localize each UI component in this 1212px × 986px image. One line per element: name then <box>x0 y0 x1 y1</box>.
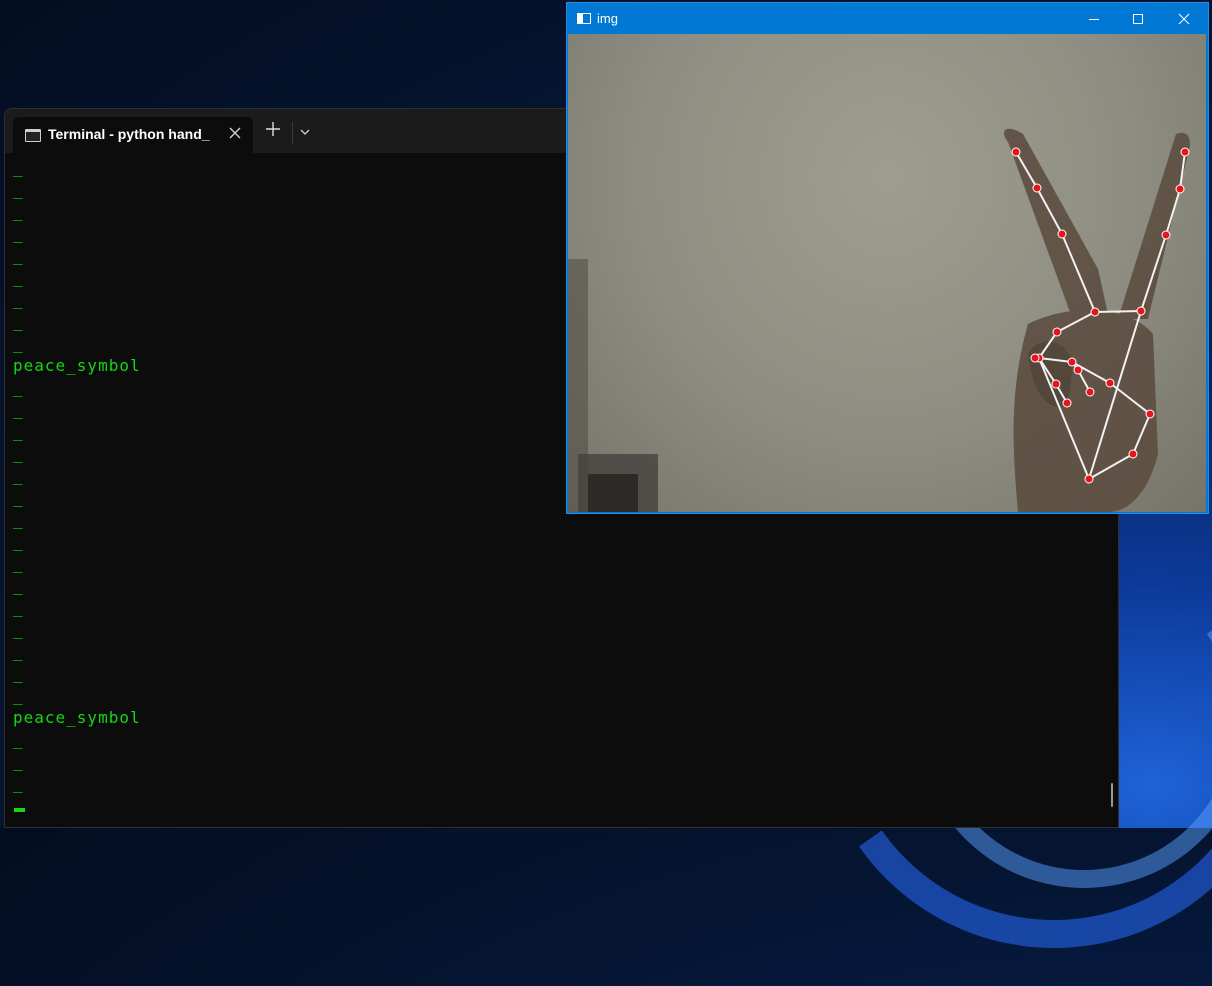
terminal-tab[interactable]: Terminal - python hand_ <box>13 117 253 153</box>
landmark-point <box>1030 353 1040 363</box>
maximize-icon[interactable] <box>1115 3 1161 34</box>
terminal-line: _ <box>13 598 24 617</box>
terminal-line: _ <box>13 730 24 749</box>
landmark-point <box>1105 378 1115 388</box>
landmark-point <box>1051 379 1061 389</box>
scrollbar[interactable] <box>1111 783 1113 807</box>
landmark-point <box>1073 365 1083 375</box>
window-title: img <box>597 11 618 26</box>
cursor-line <box>13 795 1118 817</box>
webcam-frame <box>568 34 1206 512</box>
landmark-point <box>1145 409 1155 419</box>
close-icon[interactable] <box>225 123 245 143</box>
landmark-point <box>1161 230 1171 240</box>
terminal-line: _ <box>13 774 24 793</box>
tab-title: Terminal - python hand_ <box>48 126 210 142</box>
title-bar[interactable]: img <box>567 3 1208 34</box>
terminal-line: peace_symbol <box>13 708 141 727</box>
landmark-point <box>1011 147 1021 157</box>
terminal-line: _ <box>13 532 24 551</box>
landmark-connection <box>1094 310 1142 313</box>
landmark-point <box>1057 229 1067 239</box>
landmark-point <box>1180 147 1190 157</box>
landmark-point <box>1175 184 1185 194</box>
terminal-line: _ <box>13 642 24 661</box>
terminal-line: _ <box>13 752 24 771</box>
terminal-line: _ <box>13 576 24 595</box>
minimize-icon[interactable] <box>1071 3 1117 34</box>
dark-box <box>588 474 638 512</box>
terminal-line: _ <box>13 664 24 683</box>
landmark-point <box>1085 387 1095 397</box>
terminal-line: _ <box>13 620 24 639</box>
text-cursor <box>14 808 25 812</box>
landmark-point <box>1067 357 1077 367</box>
landmark-point <box>1128 449 1138 459</box>
landmark-point <box>1136 306 1146 316</box>
landmark-point <box>1084 474 1094 484</box>
landmark-point <box>1032 183 1042 193</box>
hand-landmark-overlay <box>568 128 1190 512</box>
window-icon <box>577 13 591 24</box>
tab-separator <box>292 122 293 144</box>
terminal-line: _ <box>13 686 24 705</box>
plus-icon[interactable] <box>263 121 283 141</box>
landmark-point <box>1090 307 1100 317</box>
landmark-point <box>1052 327 1062 337</box>
landmark-point <box>1062 398 1072 408</box>
terminal-icon <box>25 129 41 142</box>
close-icon[interactable] <box>1161 3 1207 34</box>
image-window: img <box>566 2 1209 514</box>
chevron-down-icon[interactable] <box>297 122 313 140</box>
terminal-line: _ <box>13 554 24 573</box>
